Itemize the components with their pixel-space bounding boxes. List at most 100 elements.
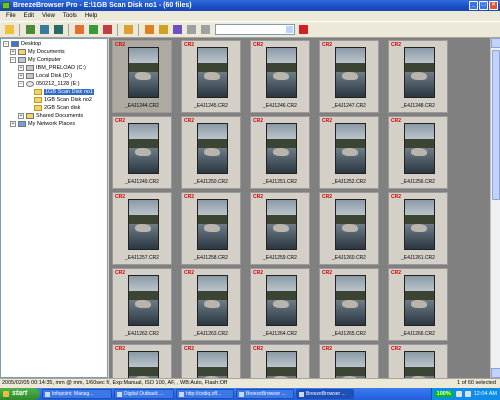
thumbnail-cell[interactable]: CR2 _E4J1248.CR2 [388,40,448,113]
folder-icon [34,97,42,103]
tree-item-label: Shared Documents [36,113,84,119]
thumbnail-view-button[interactable] [24,24,36,36]
preview-view-button[interactable] [38,24,50,36]
move-button[interactable] [143,24,155,36]
menu-view[interactable]: View [38,11,59,21]
thumbnail-cell[interactable]: CR2 _E4J1259.CR2 [250,192,310,265]
photo-thumbnail [404,123,435,174]
thumbnail-cell[interactable]: CR2 _E4J1266.CR2 [388,268,448,341]
thumbnail-cell[interactable]: CR2 _E4J1260.CR2 [319,192,379,265]
tree-item-2gb-scan-disk[interactable]: 2GB Scan disk [26,104,80,112]
thumbnail-cell[interactable]: CR2 _E4J1258.CR2 [181,192,241,265]
menu-help[interactable]: Help [81,11,101,21]
raw-badge: CR2 [391,42,402,48]
thumbnail-cell[interactable]: CR2 _E4J1250.CR2 [181,116,241,189]
scroll-down-icon[interactable] [491,368,500,378]
tray-icon[interactable] [455,391,462,397]
delete-button[interactable] [297,24,309,36]
thumbnail-grid[interactable]: CR2 _E4J1244.CR2 CR2 _E4J1245.CR2 CR2 _E4J124… [109,38,490,378]
thumbnail-cell[interactable]: CR2 _E4J1251.CR2 [250,116,310,189]
close-button[interactable]: × [489,1,498,10]
thumbnail-cell[interactable]: CR2 _E4J1262.CR2 [112,268,172,341]
start-button[interactable]: start [0,388,40,400]
computer-icon [18,57,26,63]
task-digital-outback[interactable]: Digital Outback ... [114,389,174,399]
thumbnail-cell[interactable]: CR2 [250,344,310,378]
tree-item-my-computer[interactable]: − My Computer [10,56,61,64]
expand-icon[interactable]: + [18,65,24,71]
menu-tools[interactable]: Tools [59,11,81,21]
slideshow-button[interactable] [52,24,64,36]
file-name: _E4J1257.CR2 [125,255,159,261]
photo-thumbnail [266,123,297,174]
thumbnail-cell[interactable]: CR2 _E4J1249.CR2 [112,116,172,189]
image-button[interactable] [122,24,134,36]
minimize-button[interactable]: _ [469,1,478,10]
tree-item-shared-documents[interactable]: + Shared Documents [18,112,83,120]
thumbnail-cell[interactable]: CR2 [181,344,241,378]
tree-item-network-places[interactable]: + My Network Places [10,120,75,128]
path-combo[interactable] [215,24,295,35]
menu-file[interactable]: File [2,11,20,21]
raw-badge: CR2 [115,194,126,200]
photo-thumbnail [335,123,366,174]
thumbnail-cell[interactable]: CR2 [388,344,448,378]
tree-item-label: IBM_PRELOAD (C:) [36,65,86,71]
scroll-thumb[interactable] [492,50,500,200]
task-breezebrowser-2[interactable]: BreezeBrowser ... [296,389,354,399]
task-breezebrowser-1[interactable]: BreezeBrowser ... [236,389,294,399]
raw-badge: CR2 [322,270,333,276]
file-name: _E4J1259.CR2 [263,255,297,261]
thumbnail-cell[interactable]: CR2 _E4J1256.CR2 [388,116,448,189]
tree-item-scan-disk-no2[interactable]: 1GB Scan Disk no2 [26,96,92,104]
tools-button[interactable] [101,24,113,36]
collapse-icon[interactable]: − [10,57,16,63]
tree-item-scan-disk-no1[interactable]: 1GB Scan Disk no1 [26,88,94,96]
thumbnail-cell[interactable]: CR2 _E4J1247.CR2 [319,40,379,113]
file-name: _E4J1261.CR2 [401,255,435,261]
thumbnail-cell[interactable]: CR2 _E4J1264.CR2 [250,268,310,341]
tree-item-drive-e[interactable]: − 050212_1128 (E:) [18,80,80,88]
tree-item-desktop[interactable]: − Desktop [3,40,41,48]
thumbnail-cell[interactable]: CR2 [319,344,379,378]
thumbnail-cell[interactable]: CR2 _E4J1263.CR2 [181,268,241,341]
thumbnail-cell[interactable]: CR2 _E4J1246.CR2 [250,40,310,113]
thumbnail-cell[interactable]: CR2 _E4J1245.CR2 [181,40,241,113]
photo-thumbnail [128,351,159,378]
scroll-up-icon[interactable] [491,38,500,48]
file-name: _E4J1250.CR2 [194,179,228,185]
task-infopoint[interactable]: Infopoint: Manag... [42,389,112,399]
thumbnail-cell[interactable]: CR2 _E4J1257.CR2 [112,192,172,265]
collapse-icon[interactable]: − [3,41,9,47]
back-button[interactable] [185,24,197,36]
music-button[interactable] [171,24,183,36]
slideshow-icon [53,25,63,34]
tree-item-my-documents[interactable]: + My Documents [10,48,65,56]
collapse-icon[interactable]: − [18,81,24,87]
forward-button[interactable] [199,24,211,36]
task-browser[interactable]: http://csdiq.off... [176,389,234,399]
open-folder-button[interactable] [3,24,15,36]
tag-button[interactable] [87,24,99,36]
expand-icon[interactable]: + [10,49,16,55]
tray-icon[interactable] [464,391,471,397]
print-button[interactable] [73,24,85,36]
thumbnail-cell[interactable]: CR2 _E4J1265.CR2 [319,268,379,341]
expand-icon[interactable]: + [10,121,16,127]
thumbnail-cell[interactable]: CR2 _E4J1244.CR2 [112,40,172,113]
tree-item-drive-d[interactable]: + Local Disk (D:) [18,72,72,80]
expand-icon[interactable]: + [18,73,24,79]
toolbar-separator [117,23,118,36]
expand-icon[interactable]: + [18,113,24,119]
copy-button[interactable] [157,24,169,36]
thumbnail-cell[interactable]: CR2 _E4J1261.CR2 [388,192,448,265]
vertical-scrollbar[interactable] [490,38,500,378]
photo-thumbnail [335,199,366,250]
tree-item-drive-c[interactable]: + IBM_PRELOAD (C:) [18,64,86,72]
maximize-button[interactable]: □ [479,1,488,10]
raw-badge: CR2 [322,42,333,48]
menu-edit[interactable]: Edit [20,11,38,21]
folder-tree[interactable]: − Desktop + My Documents − My Computer +… [0,38,108,378]
thumbnail-cell[interactable]: CR2 _E4J1252.CR2 [319,116,379,189]
thumbnail-cell[interactable]: CR2 [112,344,172,378]
